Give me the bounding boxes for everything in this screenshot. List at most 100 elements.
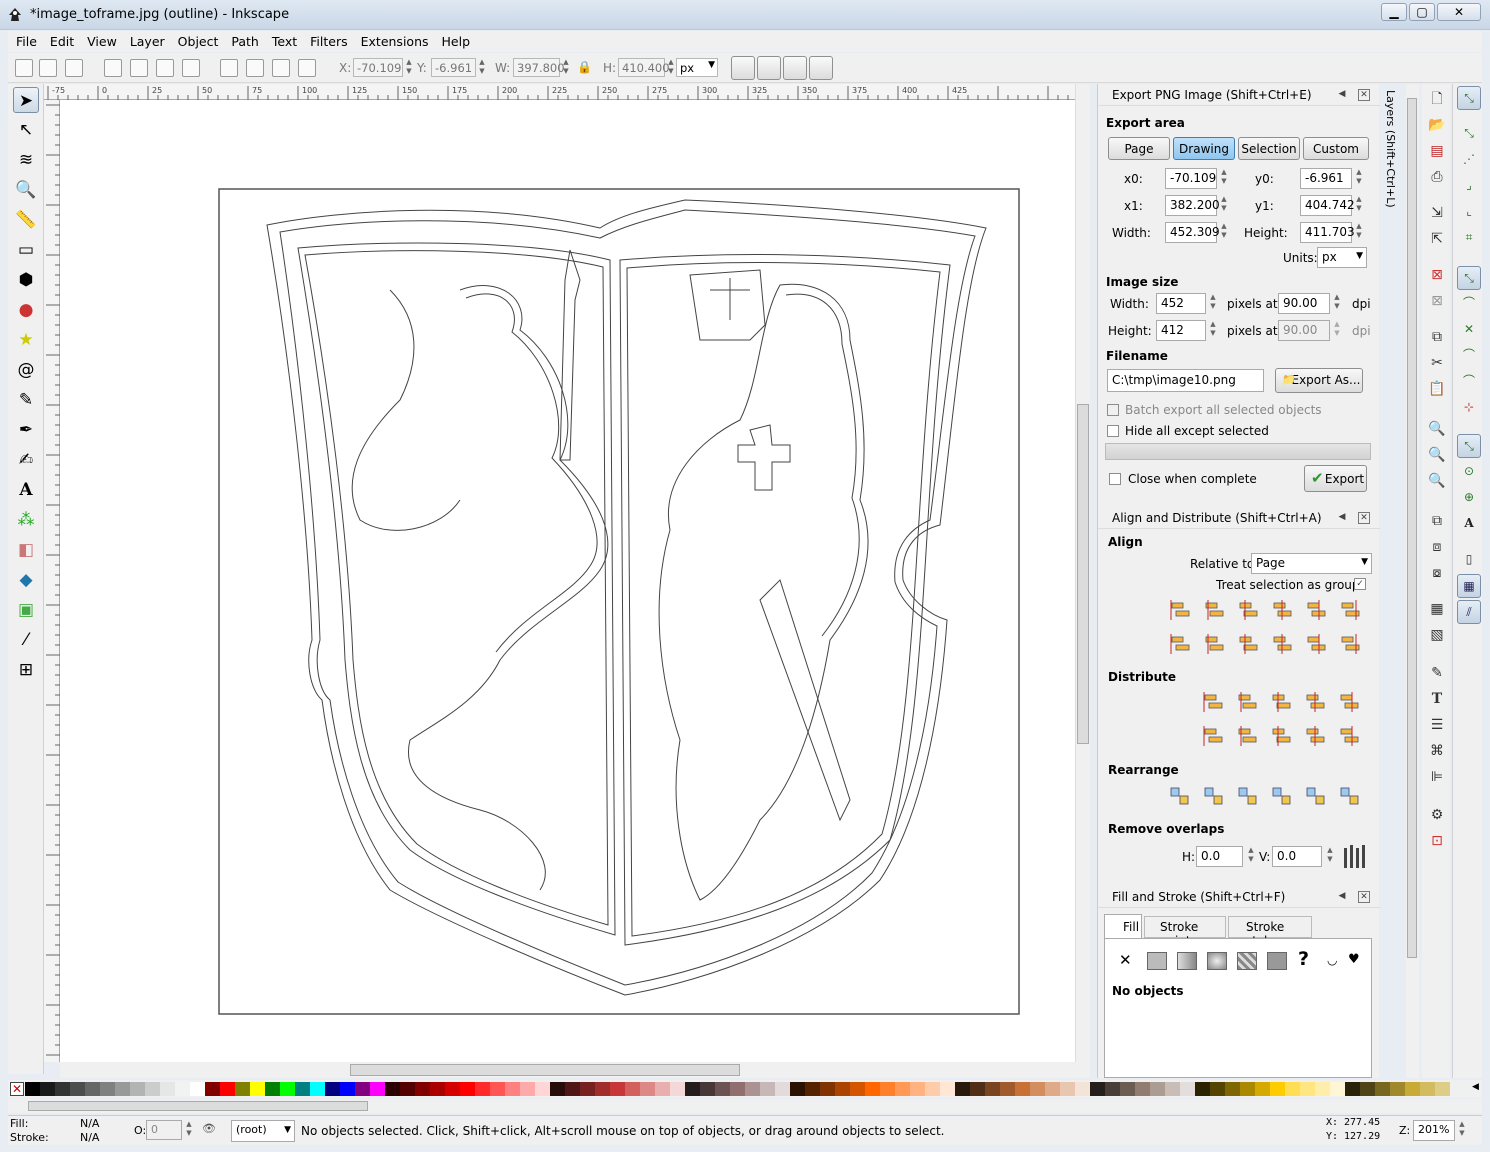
palette-swatch[interactable] bbox=[385, 1082, 400, 1096]
palette-swatch[interactable] bbox=[1225, 1082, 1240, 1096]
vertical-scroll-thumb[interactable] bbox=[1077, 404, 1089, 744]
distribute-button-5-icon[interactable] bbox=[1337, 690, 1361, 714]
palette-swatch[interactable] bbox=[340, 1082, 355, 1096]
zoom-selection-icon[interactable]: 🔍 bbox=[1428, 420, 1446, 438]
tab-stroke-paint[interactable]: Stroke paint bbox=[1144, 916, 1226, 948]
y-input[interactable]: -6.961 bbox=[431, 58, 476, 77]
snap-object-centers-icon[interactable]: ⊹ bbox=[1457, 396, 1481, 420]
overlap-v-input[interactable]: 0.0 bbox=[1272, 846, 1322, 867]
rotate-ccw-icon[interactable] bbox=[104, 59, 122, 77]
palette-swatch[interactable] bbox=[655, 1082, 670, 1096]
palette-swatch[interactable] bbox=[1360, 1082, 1375, 1096]
palette-swatch[interactable] bbox=[670, 1082, 685, 1096]
palette-swatch[interactable] bbox=[430, 1082, 445, 1096]
opacity-input[interactable]: 0 bbox=[146, 1120, 182, 1140]
snap-rotation-center-icon[interactable]: ⊕ bbox=[1457, 486, 1481, 510]
move-patterns-toggle[interactable] bbox=[809, 56, 833, 80]
layers-side-tab[interactable]: Layers (Shift+Ctrl+L) bbox=[1381, 90, 1397, 210]
zoom-page-icon[interactable]: 🔍 bbox=[1428, 472, 1446, 490]
x0-input[interactable]: -70.109 bbox=[1165, 168, 1217, 189]
menu-path[interactable]: Path bbox=[223, 31, 263, 49]
paste-icon[interactable]: 📋 bbox=[1428, 380, 1446, 398]
w-spinner[interactable]: ▲ ▼ bbox=[561, 58, 571, 77]
palette-swatch[interactable] bbox=[55, 1082, 70, 1096]
align-button-12-icon[interactable] bbox=[1338, 632, 1362, 656]
palette-swatch[interactable] bbox=[85, 1082, 100, 1096]
w-input[interactable]: 397.800 bbox=[513, 58, 565, 77]
print-icon[interactable]: ⎙ bbox=[1428, 168, 1446, 186]
palette-swatch[interactable] bbox=[220, 1082, 235, 1096]
menu-object[interactable]: Object bbox=[170, 31, 224, 49]
align-button-4-icon[interactable] bbox=[1270, 598, 1294, 622]
save-icon[interactable]: ▤ bbox=[1428, 142, 1446, 160]
ungroup-icon[interactable]: ▧ bbox=[1428, 626, 1446, 644]
measure-tool-icon[interactable]: 📏 bbox=[13, 207, 39, 233]
align-button-10-icon[interactable] bbox=[1270, 632, 1294, 656]
snap-bbox-midpoint-icon[interactable]: ⌞ bbox=[1457, 200, 1481, 224]
cut-icon[interactable]: ✂ bbox=[1428, 354, 1446, 372]
select-all-icon[interactable] bbox=[15, 59, 33, 77]
import-icon[interactable]: ⇲ bbox=[1428, 204, 1446, 222]
palette-swatch[interactable] bbox=[1270, 1082, 1285, 1096]
drawing-canvas[interactable] bbox=[60, 100, 1075, 1062]
palette-swatch[interactable] bbox=[760, 1082, 775, 1096]
palette-swatch[interactable] bbox=[40, 1082, 55, 1096]
treat-group-checkbox[interactable]: ✓ bbox=[1354, 578, 1366, 590]
overlap-h-spinner[interactable]: ▲ ▼ bbox=[1246, 846, 1256, 865]
unlink-clone-icon[interactable]: ⧇ bbox=[1428, 564, 1446, 582]
palette-swatch[interactable] bbox=[280, 1082, 295, 1096]
vertical-scrollbar[interactable] bbox=[1075, 84, 1090, 1062]
palette-swatch[interactable] bbox=[880, 1082, 895, 1096]
x-input[interactable]: -70.109 bbox=[353, 58, 403, 77]
palette-swatch[interactable] bbox=[565, 1082, 580, 1096]
panel-scrollbar[interactable] bbox=[1406, 84, 1419, 1078]
snap-bbox-icon[interactable]: ⤡ bbox=[1457, 122, 1481, 146]
palette-swatch[interactable] bbox=[535, 1082, 550, 1096]
zoom-tool-icon[interactable]: 🔍 bbox=[13, 177, 39, 203]
palette-swatch[interactable] bbox=[160, 1082, 175, 1096]
raise-icon[interactable] bbox=[246, 59, 264, 77]
linear-gradient-icon[interactable] bbox=[1177, 952, 1197, 970]
snap-paths-icon[interactable]: ⌒ bbox=[1457, 292, 1481, 316]
distribute-button-6-icon[interactable] bbox=[1201, 724, 1225, 748]
snap-bbox-edge-icon[interactable]: ⋰ bbox=[1457, 148, 1481, 172]
palette-swatch[interactable] bbox=[1000, 1082, 1015, 1096]
dpi-input[interactable]: 90.00 bbox=[1278, 293, 1330, 314]
snap-bbox-corner-icon[interactable]: ⌟ bbox=[1457, 174, 1481, 198]
palette-swatch[interactable] bbox=[265, 1082, 280, 1096]
palette-swatch[interactable] bbox=[1390, 1082, 1405, 1096]
img-width-spinner[interactable]: ▲ ▼ bbox=[1208, 293, 1218, 312]
rotate-cw-icon[interactable] bbox=[130, 59, 148, 77]
iconify-icon[interactable]: ◀ bbox=[1336, 512, 1348, 524]
h-input[interactable]: 410.400 bbox=[618, 58, 670, 77]
zoom-input[interactable]: 201% bbox=[1413, 1120, 1455, 1141]
palette-swatch[interactable] bbox=[550, 1082, 565, 1096]
palette-swatch[interactable] bbox=[295, 1082, 310, 1096]
palette-swatch[interactable] bbox=[1120, 1082, 1135, 1096]
palette-swatch[interactable] bbox=[250, 1082, 265, 1096]
spray-tool-icon[interactable]: ⁂ bbox=[13, 507, 39, 533]
palette-swatch[interactable] bbox=[70, 1082, 85, 1096]
palette-swatch[interactable] bbox=[730, 1082, 745, 1096]
palette-swatch[interactable] bbox=[145, 1082, 160, 1096]
img-height-input[interactable]: 412 bbox=[1156, 320, 1206, 341]
palette-swatch[interactable] bbox=[235, 1082, 250, 1096]
distribute-button-3-icon[interactable] bbox=[1269, 690, 1293, 714]
connector-tool-icon[interactable]: ⊞ bbox=[13, 657, 39, 683]
palette-swatch[interactable] bbox=[1420, 1082, 1435, 1096]
redo-icon[interactable]: ⊠ bbox=[1428, 292, 1446, 310]
palette-swatch[interactable] bbox=[1090, 1082, 1105, 1096]
preferences-icon[interactable]: ⚙ bbox=[1428, 806, 1446, 824]
new-document-icon[interactable]: 🗋 bbox=[1428, 90, 1446, 108]
rearrange-button-2-icon[interactable] bbox=[1202, 784, 1226, 808]
menu-filters[interactable]: Filters bbox=[302, 31, 352, 49]
zoom-spinner[interactable]: ▲ ▼ bbox=[1457, 1120, 1467, 1139]
height-spinner[interactable]: ▲ ▼ bbox=[1354, 222, 1364, 241]
horizontal-scroll-thumb[interactable] bbox=[350, 1064, 740, 1076]
palette-swatch[interactable] bbox=[1255, 1082, 1270, 1096]
palette-swatch[interactable] bbox=[130, 1082, 145, 1096]
overlap-v-spinner[interactable]: ▲ ▼ bbox=[1325, 846, 1335, 865]
palette-swatch[interactable] bbox=[115, 1082, 130, 1096]
snap-toggle-icon[interactable]: ⤡ bbox=[1457, 86, 1481, 110]
pencil-tool-icon[interactable]: ✎ bbox=[13, 387, 39, 413]
